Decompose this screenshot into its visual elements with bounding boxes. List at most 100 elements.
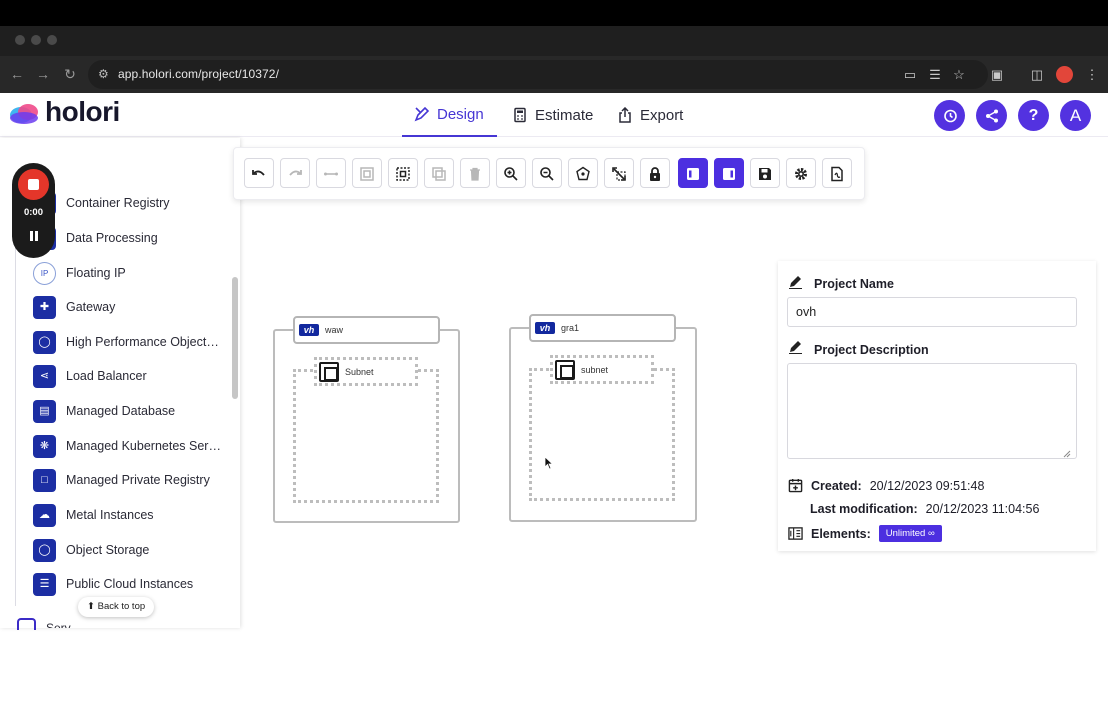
bookmark-star-icon[interactable]: ☆ [951, 67, 967, 83]
service-label: Container Registry [66, 196, 170, 210]
save-button[interactable] [750, 158, 780, 188]
url-text[interactable]: app.holori.com/project/10372/ [118, 67, 279, 81]
elements-icon [788, 527, 803, 540]
site-settings-icon[interactable]: ⚙ [98, 67, 112, 81]
history-button[interactable] [934, 100, 965, 131]
tab-export[interactable]: Export [617, 93, 683, 137]
subnet-waw-header[interactable]: Subnet [314, 357, 418, 386]
ovh-logo-icon: vh [535, 322, 555, 334]
address-bar[interactable]: ⚙ app.holori.com/project/10372/ [88, 60, 988, 89]
service-label: Object Storage [66, 543, 150, 557]
services-scrollbar[interactable] [232, 277, 238, 399]
select-area-icon [396, 167, 410, 182]
floating-ip-icon: IP [33, 261, 56, 285]
project-description-input[interactable] [787, 363, 1077, 459]
fit-screen-icon [612, 167, 626, 182]
extensions-icon[interactable]: ▣ [989, 67, 1005, 83]
service-managed-kubernetes[interactable]: ❋ Managed Kubernetes Service [33, 430, 228, 462]
service-managed-private-registry[interactable]: □ Managed Private Registry [33, 464, 228, 496]
lock-button[interactable] [640, 158, 670, 188]
modified-label: Last modification: [810, 502, 918, 516]
select-area-button[interactable] [388, 158, 418, 188]
service-container-registry[interactable]: ▦ Container Registry [33, 187, 228, 219]
service-load-balancer[interactable]: ⋖ Load Balancer [33, 360, 228, 392]
service-public-cloud-instances[interactable]: ☰ Public Cloud Instances [33, 568, 228, 600]
translate-icon[interactable]: ☰ [927, 67, 943, 83]
profile-avatar-icon[interactable] [1056, 66, 1073, 83]
undo-button[interactable] [244, 158, 274, 188]
subnet-gra1[interactable] [529, 368, 675, 501]
region-waw-header[interactable]: vh waw [293, 316, 440, 344]
services-category-icon[interactable] [17, 618, 36, 630]
calculator-icon [514, 107, 526, 123]
window-minimize-dot[interactable] [31, 35, 41, 45]
delete-button[interactable] [460, 158, 490, 188]
zoom-in-button[interactable] [496, 158, 526, 188]
cast-icon[interactable]: ▭ [902, 67, 918, 83]
back-arrow-icon[interactable]: ← [9, 66, 25, 82]
app-logo-text[interactable]: holori [45, 96, 120, 128]
holori-logo-icon [10, 104, 38, 124]
share-button[interactable] [976, 100, 1007, 131]
service-object-storage[interactable]: ◯ Object Storage [33, 534, 228, 566]
settings-button[interactable] [786, 158, 816, 188]
elements-label: Elements: [811, 526, 871, 541]
duplicate-button[interactable] [424, 158, 454, 188]
group-button[interactable] [352, 158, 382, 188]
subnet-icon [555, 359, 575, 380]
browser-menu-icon[interactable]: ⋮ [1084, 67, 1100, 83]
elements-badge: Unlimited ∞ [878, 525, 942, 542]
tab-export-label: Export [640, 106, 684, 124]
service-label: High Performance Object Storage [66, 335, 221, 349]
region-label: waw [325, 325, 344, 335]
window-close-dot[interactable] [15, 35, 25, 45]
fit-screen-button[interactable] [604, 158, 634, 188]
region-gra1-header[interactable]: vh gra1 [529, 314, 676, 342]
connect-button[interactable] [316, 158, 346, 188]
ovh-logo-icon: vh [299, 324, 319, 336]
region-label: gra1 [561, 323, 580, 333]
toggle-left-panel-button[interactable] [678, 158, 708, 188]
modified-value: 20/12/2023 11:04:56 [925, 502, 1040, 516]
tab-estimate-label: Estimate [535, 106, 594, 124]
tab-estimate[interactable]: Estimate [512, 93, 593, 137]
service-managed-database[interactable]: ▤ Managed Database [33, 395, 228, 427]
center-diagram-button[interactable] [568, 158, 598, 188]
browser-toolbar: ← → ↻ ⚙ app.holori.com/project/10372/ ▭ … [0, 56, 1108, 93]
back-to-top-button[interactable]: ⬆ Back to top [78, 597, 155, 617]
kubernetes-icon: ❋ [33, 434, 56, 458]
subnet-gra1-header[interactable]: subnet [550, 355, 654, 384]
side-panel-icon[interactable]: ◫ [1029, 67, 1045, 83]
service-metal-instances[interactable]: ☁ Metal Instances [33, 499, 228, 531]
services-category-label[interactable]: Serv [46, 620, 71, 628]
toggle-right-panel-button[interactable] [714, 158, 744, 188]
resize-grip-icon[interactable] [1061, 448, 1071, 458]
window-zoom-dot[interactable] [47, 35, 57, 45]
service-gateway[interactable]: ✚ Gateway [33, 291, 228, 323]
stop-recording-button[interactable] [18, 169, 49, 200]
service-floating-ip[interactable]: IP Floating IP [33, 257, 228, 289]
pause-icon[interactable] [27, 230, 40, 243]
tab-design-label: Design [437, 105, 484, 123]
service-data-processing[interactable]: ⚙ Data Processing [33, 222, 228, 254]
redo-button[interactable] [280, 158, 310, 188]
bucket-icon: ◯ [33, 538, 56, 562]
service-label: Gateway [66, 300, 116, 314]
subnet-waw[interactable] [293, 369, 439, 503]
reload-icon[interactable]: ↻ [62, 66, 78, 82]
service-label: Managed Private Registry [66, 473, 210, 487]
service-high-performance-object-storage[interactable]: ◯ High Performance Object Storage [33, 326, 228, 358]
service-label: Data Processing [66, 231, 158, 245]
service-label: Public Cloud Instances [66, 577, 194, 591]
created-label: Created: [811, 478, 862, 493]
tab-design[interactable]: Design [402, 93, 497, 137]
export-pdf-button[interactable] [822, 158, 852, 188]
forward-arrow-icon[interactable]: → [35, 66, 51, 82]
gateway-icon: ✚ [33, 295, 56, 319]
help-button[interactable]: ? [1018, 100, 1049, 131]
app-header: holori Design Estimate Export ? A [0, 93, 1108, 137]
history-icon [943, 109, 957, 123]
user-avatar-button[interactable]: A [1060, 100, 1091, 131]
project-name-input[interactable] [787, 297, 1077, 327]
zoom-out-button[interactable] [532, 158, 562, 188]
